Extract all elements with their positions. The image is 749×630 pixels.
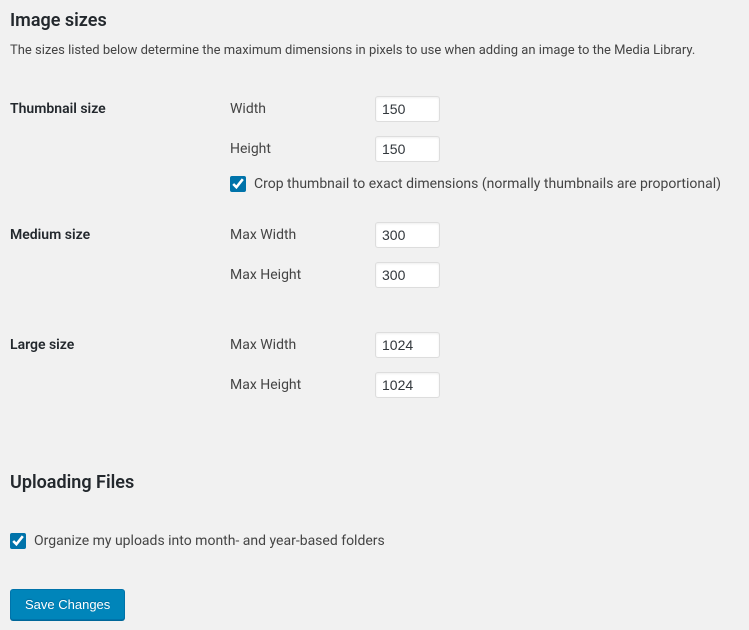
thumbnail-height-label: Height <box>230 141 375 157</box>
large-max-width-input[interactable] <box>375 332 440 358</box>
medium-size-heading: Medium size <box>10 212 230 322</box>
large-size-heading: Large size <box>10 322 230 432</box>
settings-table: Thumbnail size Width Height Crop thumbna… <box>10 86 739 432</box>
thumbnail-crop-checkbox[interactable] <box>230 176 246 192</box>
medium-max-height-label: Max Height <box>230 267 375 283</box>
medium-max-height-input[interactable] <box>375 262 440 288</box>
save-changes-button[interactable]: Save Changes <box>10 589 125 620</box>
thumbnail-size-heading: Thumbnail size <box>10 86 230 212</box>
large-max-width-label: Max Width <box>230 337 375 353</box>
large-max-height-label: Max Height <box>230 377 375 393</box>
image-sizes-heading: Image sizes <box>10 10 739 31</box>
thumbnail-crop-label: Crop thumbnail to exact dimensions (norm… <box>254 176 721 192</box>
image-sizes-description: The sizes listed below determine the max… <box>10 43 739 58</box>
thumbnail-width-input[interactable] <box>375 96 440 122</box>
organize-uploads-checkbox[interactable] <box>10 533 26 549</box>
large-max-height-input[interactable] <box>375 372 440 398</box>
medium-max-width-label: Max Width <box>230 227 375 243</box>
medium-max-width-input[interactable] <box>375 222 440 248</box>
thumbnail-height-input[interactable] <box>375 136 440 162</box>
uploading-files-heading: Uploading Files <box>10 472 739 493</box>
organize-uploads-label: Organize my uploads into month- and year… <box>34 533 385 549</box>
thumbnail-width-label: Width <box>230 101 375 117</box>
